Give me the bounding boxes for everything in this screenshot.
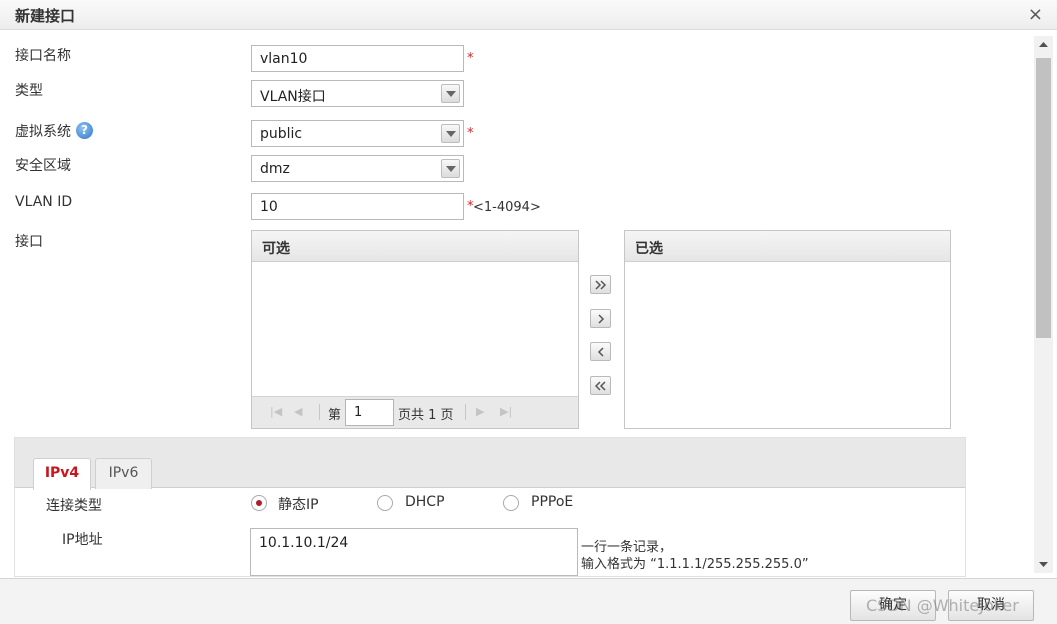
- page-number-input[interactable]: 1: [345, 399, 394, 426]
- vsys-select[interactable]: public: [251, 120, 464, 147]
- name-label: 接口名称: [15, 48, 71, 64]
- double-chevron-left-icon: [595, 381, 606, 391]
- zone-select-value: dmz: [260, 161, 290, 177]
- dialog-footer: 确定 取消 CSDN @WhiteJoker: [0, 578, 1057, 624]
- dhcp-label: DHCP: [405, 494, 445, 510]
- zone-label: 安全区域: [15, 158, 71, 174]
- pager-divider: [465, 404, 466, 420]
- move-all-left-button[interactable]: [590, 376, 611, 395]
- available-header-label: 可选: [262, 241, 290, 257]
- zone-select[interactable]: dmz: [251, 155, 464, 182]
- scrollbar-thumb[interactable]: [1036, 58, 1051, 338]
- double-chevron-right-icon: [595, 280, 607, 290]
- help-icon[interactable]: ?: [76, 122, 93, 139]
- type-label: 类型: [15, 83, 43, 99]
- selected-list[interactable]: 已选: [624, 230, 951, 429]
- scroll-up-icon[interactable]: [1034, 36, 1053, 53]
- move-left-button[interactable]: [590, 342, 611, 361]
- interfaces-label: 接口: [15, 234, 43, 250]
- vlan-id-range-hint: <1-4094>: [473, 200, 541, 215]
- tab-ipv4[interactable]: IPv4: [33, 458, 91, 490]
- next-page-icon[interactable]: ▶: [476, 406, 490, 418]
- name-required-mark: *: [467, 51, 474, 66]
- new-interface-dialog: 新建接口 × 接口名称 vlan10 * 类型 VLAN接口 虚拟系统 ? pu…: [0, 0, 1057, 624]
- move-all-right-button[interactable]: [590, 275, 611, 294]
- radio-pppoe[interactable]: [503, 495, 519, 511]
- ip-version-tabs: IPv4 IPv6: [15, 438, 965, 490]
- dialog-titlebar: 新建接口 ×: [0, 0, 1057, 30]
- dialog-title: 新建接口: [15, 7, 76, 25]
- type-select-value: VLAN接口: [260, 89, 326, 105]
- vlan-id-label: VLAN ID: [15, 194, 73, 210]
- watermark: CSDN @WhiteJoker: [866, 596, 1019, 615]
- pager-divider: [319, 404, 320, 420]
- vlan-id-input[interactable]: 10: [251, 193, 464, 220]
- move-right-button[interactable]: [590, 309, 611, 328]
- ip-address-textarea[interactable]: 10.1.10.1/24: [250, 528, 578, 576]
- pager-prefix: 第: [328, 408, 342, 423]
- available-list-header: 可选: [252, 231, 578, 262]
- close-icon[interactable]: ×: [1028, 4, 1043, 25]
- available-list[interactable]: 可选 |◀ ◀ 第 1 页共 1 页 ▶ ▶|: [251, 230, 579, 429]
- last-page-icon[interactable]: ▶|: [500, 406, 514, 418]
- chevron-down-icon[interactable]: [441, 159, 460, 178]
- selected-header-label: 已选: [635, 241, 663, 257]
- chevron-down-icon[interactable]: [441, 84, 460, 103]
- vsys-required-mark: *: [467, 126, 474, 141]
- chevron-down-icon[interactable]: [441, 124, 460, 143]
- conn-type-label: 连接类型: [46, 498, 102, 514]
- pager-total: 页共 1 页: [398, 408, 454, 423]
- radio-dhcp[interactable]: [377, 495, 393, 511]
- tab-ipv6[interactable]: IPv6: [95, 458, 152, 489]
- ip-hint-line-2: 输入格式为 “1.1.1.1/255.255.255.0”: [581, 557, 809, 572]
- chevron-left-icon: [597, 347, 604, 357]
- address-section: IPv4 IPv6 连接类型 静态IP DHCP PPPoE IP地址 10.1…: [14, 437, 966, 577]
- pager: |◀ ◀ 第 1 页共 1 页 ▶ ▶|: [252, 396, 578, 428]
- pppoe-label: PPPoE: [531, 494, 574, 510]
- selected-list-header: 已选: [625, 231, 950, 262]
- prev-page-icon[interactable]: ◀: [294, 406, 308, 418]
- static-ip-label: 静态IP: [278, 497, 319, 513]
- first-page-icon[interactable]: |◀: [270, 406, 284, 418]
- radio-static-ip[interactable]: [251, 495, 267, 511]
- scroll-down-icon[interactable]: [1034, 556, 1053, 573]
- vsys-label: 虚拟系统: [15, 124, 71, 140]
- chevron-right-icon: [598, 314, 605, 324]
- vertical-scrollbar[interactable]: [1034, 36, 1053, 573]
- vsys-select-value: public: [260, 126, 303, 142]
- type-select[interactable]: VLAN接口: [251, 80, 464, 107]
- ip-address-label: IP地址: [62, 532, 103, 548]
- name-input[interactable]: vlan10: [251, 45, 464, 72]
